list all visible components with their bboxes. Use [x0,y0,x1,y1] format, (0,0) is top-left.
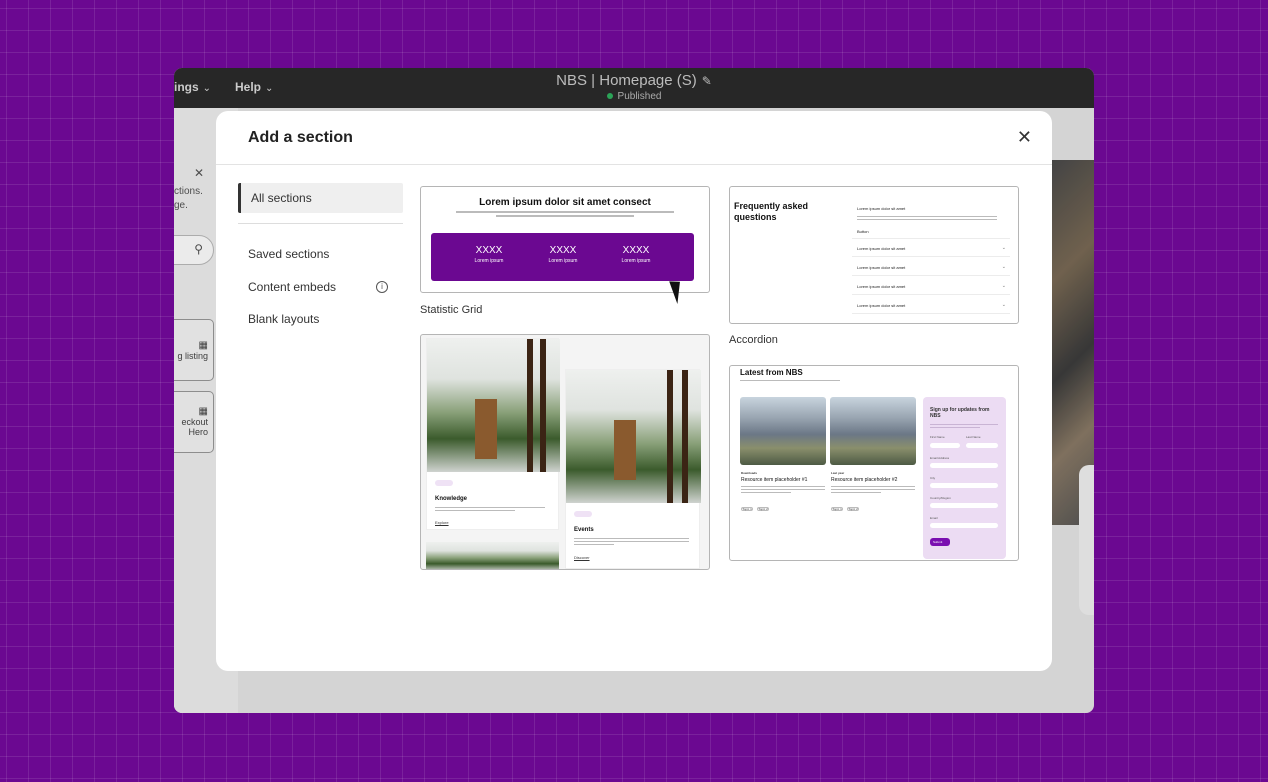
accordion-row-text: Lorem ipsum dolor sit amet [857,246,906,251]
plant-image [427,339,560,472]
nav-saved-sections[interactable]: Saved sections [238,239,403,269]
statistic-item: XXXX Lorem ipsum [606,245,666,264]
city-field [930,483,998,488]
link-card: Knowledge Explore [426,338,560,530]
field-label: First Name [930,435,945,439]
chevron-down-icon: ⌄ [1001,264,1006,270]
link-card: Events Discover [565,369,701,569]
divider [216,164,1052,165]
field-label: Email Address [930,456,950,460]
latest-card[interactable]: Latest from NBS Downloads Resource item … [729,365,1019,561]
add-section-modal: Add a section ✕ All sections Saved secti… [216,111,1052,671]
tag: Topic 2 [847,507,859,511]
statistic-grid-label: Statistic Grid [420,304,483,316]
signup-form: Sign up for updates from NBS First Name … [923,397,1006,559]
field-label: Email [930,516,938,520]
signup-title: Sign up for updates from NBS [930,407,990,419]
links-grid-card[interactable]: Knowledge Explore Events Discover [420,334,710,570]
tag: Topic 1 [831,507,843,511]
accordion-row-open: Lorem ipsum dolor sit amet Button [852,201,1010,239]
resource-description [741,486,825,495]
statistic-label: Lorem ipsum [548,258,578,264]
field-label: Country/Region [930,496,951,500]
tag: Topic 2 [757,507,769,511]
statistic-value: XXXX [622,245,650,256]
resource-category: Downloads [741,471,758,475]
city-image [740,397,826,465]
accordion-row: Lorem ipsum dolor sit amet ⌄ [852,279,1010,295]
accordion-row-text: Lorem ipsum dolor sit amet [857,206,906,211]
city-image [830,397,916,465]
statistic-item: XXXX Lorem ipsum [533,245,593,264]
chevron-down-icon: ⌄ [1001,302,1006,308]
accordion-label: Accordion [729,334,778,346]
link-card-title: Knowledge [435,496,468,502]
link-card-title: Events [574,527,594,533]
accordion-row-text: Lorem ipsum dolor sit amet [857,265,906,270]
chevron-down-icon: ⌄ [1001,283,1006,289]
latest-title: Latest from NBS [740,368,803,377]
latest-subtitle [740,380,840,383]
accordion-button-text: Button [857,229,869,234]
statistic-item: XXXX Lorem ipsum [459,245,519,264]
resource-title: Resource item placeholder #1 [741,477,808,483]
nav-all-sections[interactable]: All sections [238,183,403,213]
field-label: City [930,476,936,480]
plant-image [426,542,559,569]
category-pill [574,511,592,517]
chevron-down-icon: ⌄ [1001,245,1006,251]
email-field [930,523,998,528]
tag: Topic 1 [741,507,753,511]
submit-label: Submit [933,540,943,544]
link-card-link: Discover [574,555,590,560]
accordion-row-text: Lorem ipsum dolor sit amet [857,303,906,308]
email-field [930,463,998,468]
accordion-row-text: Lorem ipsum dolor sit amet [857,284,906,289]
field-label: Last Name [966,435,981,439]
category-pill [435,480,453,486]
statistic-label: Lorem ipsum [474,258,504,264]
divider [238,223,403,224]
statistic-value: XXXX [475,245,503,256]
accordion-row: Lorem ipsum dolor sit amet ⌄ [852,241,1010,257]
first-name-field [930,443,960,448]
nav-blank-layouts[interactable]: Blank layouts [238,304,403,334]
country-select [930,503,998,508]
statistic-grid-card[interactable]: Lorem ipsum dolor sit amet consect XXXX L… [420,186,710,293]
last-name-field [966,443,998,448]
info-icon[interactable]: i [376,281,388,293]
resource-category: Last year [831,471,845,475]
modal-title: Add a section [248,129,353,146]
resource-title: Resource item placeholder #2 [831,477,898,483]
statistic-label: Lorem ipsum [621,258,651,264]
submit-button: Submit [930,538,950,546]
preview-title: Lorem ipsum dolor sit amet consect [479,197,651,208]
statistic-band: XXXX Lorem ipsum XXXX Lorem ipsum XXXX Lore… [431,233,694,281]
accordion-row: Lorem ipsum dolor sit amet ⌄ [852,298,1010,314]
plant-image [566,370,701,503]
accordion-card[interactable]: Frequently asked questions Lorem ipsum d… [729,186,1019,324]
close-icon[interactable]: ✕ [1017,127,1032,148]
preview-text-lines [456,211,674,219]
resource-description [831,486,915,495]
faq-heading: Frequently asked questions [734,201,809,222]
link-card-link: Explore [435,520,449,525]
statistic-value: XXXX [549,245,577,256]
accordion-row: Lorem ipsum dolor sit amet ⌄ [852,260,1010,276]
